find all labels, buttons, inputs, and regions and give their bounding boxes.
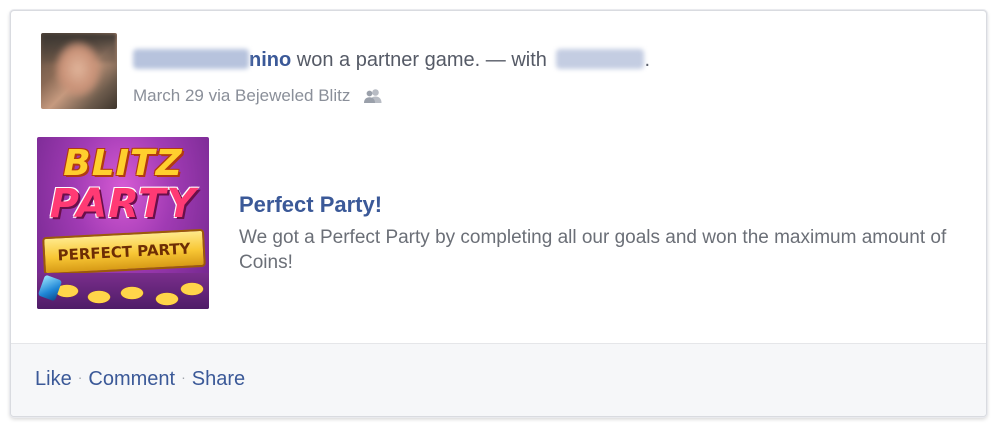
feed-story: nino won a partner game. — with . March … (10, 10, 987, 417)
avatar-blur-face (55, 41, 101, 97)
thumbnail-logo-blitz: BLITZ (63, 143, 183, 184)
action-links: Like · Comment · Share (35, 364, 245, 392)
separator-dot: · (181, 369, 186, 385)
action-text: won a partner game. — with (291, 49, 553, 71)
thumbnail-banner: PERFECT PARTY (42, 228, 206, 276)
headline-end-punctuation: . (644, 49, 651, 71)
screenshot-stage: nino won a partner game. — with . March … (0, 0, 1000, 431)
actor-name[interactable]: nino (249, 49, 291, 71)
profile-picture[interactable] (41, 33, 117, 109)
separator-dot: · (77, 369, 83, 385)
story-attachment: BLITZ PARTY PERFECT PARTY Perfect Party!… (37, 137, 956, 312)
via-app-text[interactable]: via Bejeweled Blitz (204, 86, 351, 105)
friends-icon[interactable] (363, 88, 383, 110)
story-meta: March 29 via Bejeweled Blitz (133, 85, 383, 110)
story-headline: nino won a partner game. — with . (133, 47, 650, 73)
redacted-actor-name[interactable] (133, 49, 249, 69)
story-header: nino won a partner game. — with . March … (41, 33, 956, 113)
story-footer: Like · Comment · Share (11, 344, 986, 416)
attachment-title[interactable]: Perfect Party! (239, 191, 956, 219)
like-link[interactable]: Like (35, 368, 72, 390)
comment-link[interactable]: Comment (88, 368, 175, 390)
coins-illustration (37, 273, 209, 309)
thumbnail-logo-party: PARTY (49, 181, 197, 227)
share-link[interactable]: Share (192, 368, 245, 390)
game-thumbnail[interactable]: BLITZ PARTY PERFECT PARTY (37, 137, 209, 309)
attachment-description: We got a Perfect Party by completing all… (239, 227, 947, 273)
redacted-tagged-friend[interactable] (556, 49, 645, 69)
attachment-text: Perfect Party! We got a Perfect Party by… (239, 191, 956, 275)
timestamp[interactable]: March 29 (133, 86, 204, 105)
